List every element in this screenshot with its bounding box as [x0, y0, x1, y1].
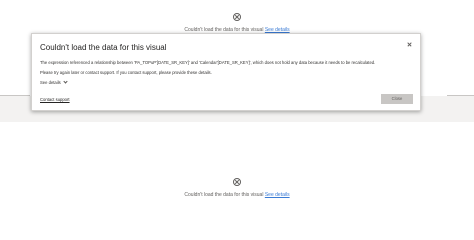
- dialog-error-description: The expression referenced a relationship…: [40, 60, 376, 65]
- dialog-title: Couldn't load the data for this visual: [40, 43, 167, 52]
- error-text: Couldn't load the data for this visual: [184, 192, 264, 198]
- see-details-label: See details: [40, 80, 61, 85]
- error-block-bottom: Couldn't load the data for this visual S…: [0, 173, 474, 198]
- error-icon: [233, 178, 241, 186]
- chevron-down-icon: [63, 79, 68, 84]
- see-details-link[interactable]: See details: [265, 192, 290, 198]
- close-icon[interactable]: [406, 40, 414, 48]
- divider-left: [0, 95, 30, 96]
- error-block-top: Couldn't load the data for this visual S…: [0, 8, 474, 33]
- error-dialog: Couldn't load the data for this visual T…: [31, 33, 421, 111]
- dialog-support-hint: Please try again later or contact suppor…: [40, 70, 212, 75]
- see-details-toggle[interactable]: See details: [40, 79, 68, 85]
- divider-right: [447, 95, 474, 96]
- visual-card-bottom: Couldn't load the data for this visual S…: [0, 122, 474, 240]
- contact-support-link[interactable]: Contact support: [40, 97, 70, 102]
- close-button[interactable]: Close: [381, 94, 413, 104]
- error-icon: [233, 13, 241, 21]
- error-message-bottom: Couldn't load the data for this visual S…: [0, 192, 474, 198]
